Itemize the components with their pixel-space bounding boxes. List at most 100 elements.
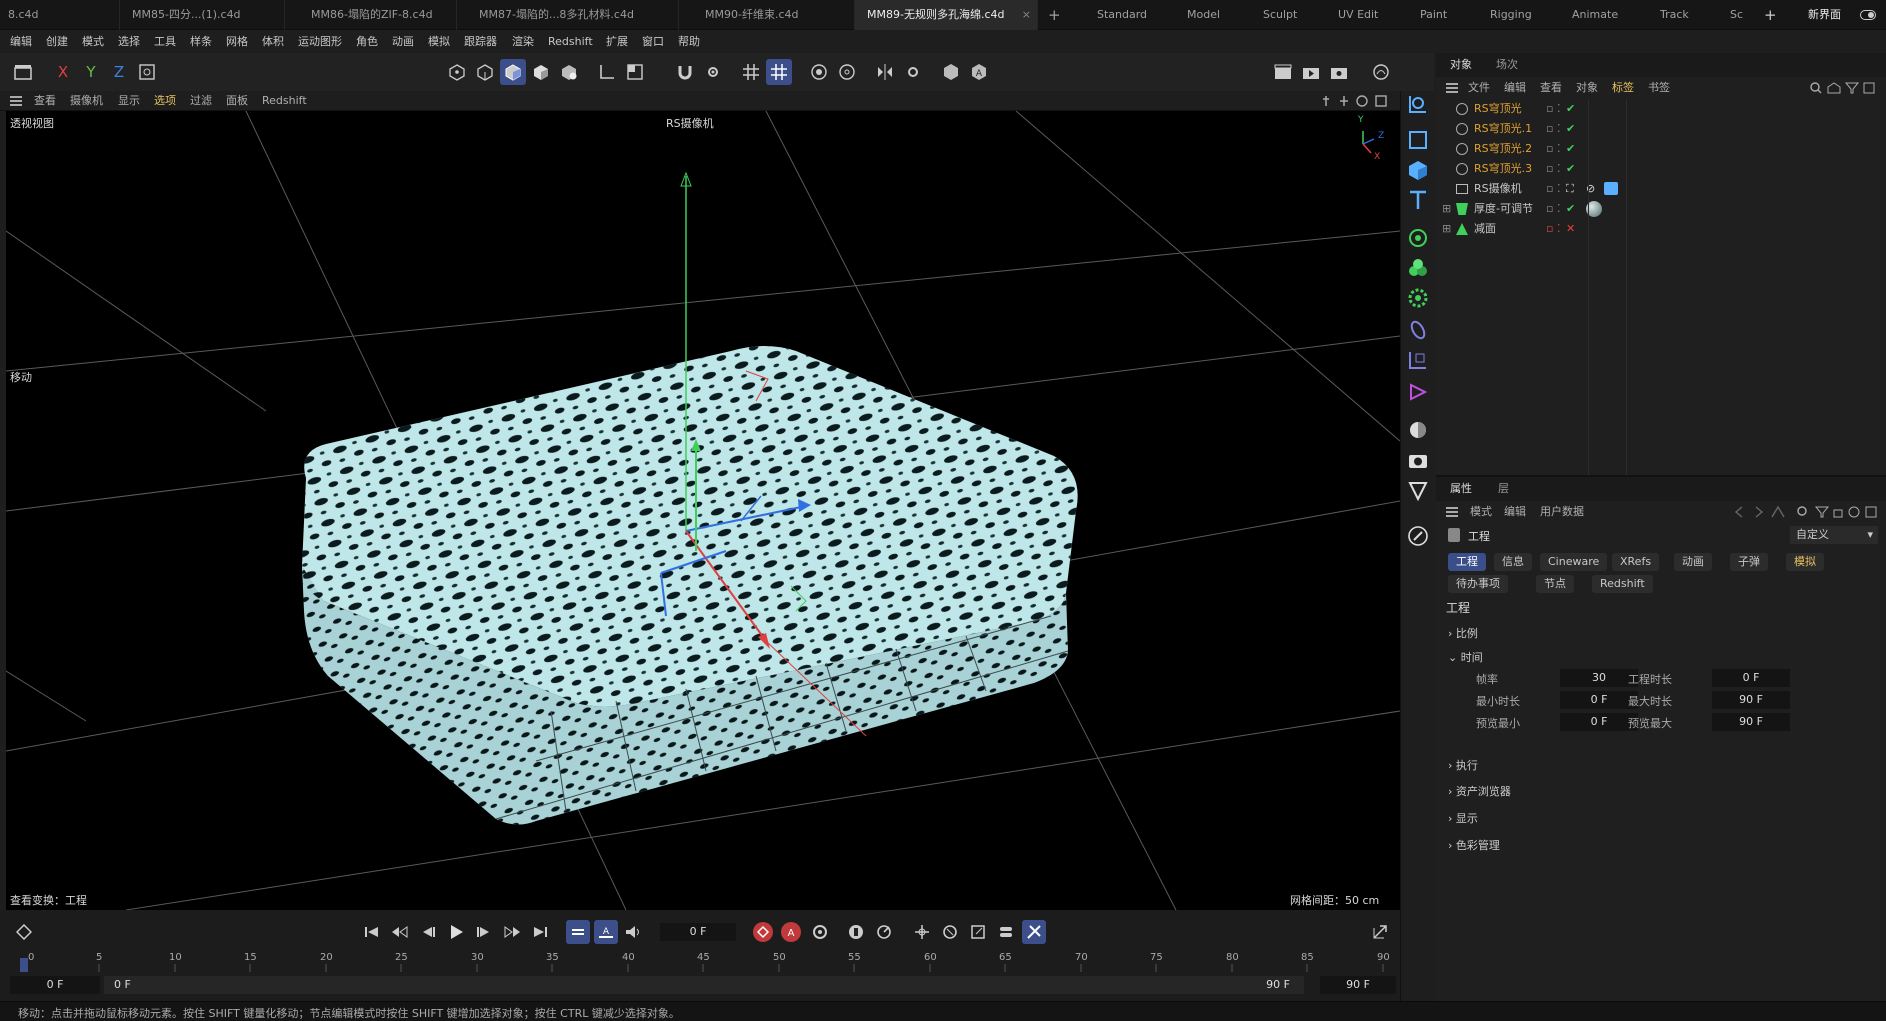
attr-nav-icons[interactable] — [1730, 505, 1880, 519]
layout-track[interactable]: Track — [1660, 0, 1689, 30]
min-time-field[interactable]: 0 F — [1560, 691, 1638, 709]
objmenu-item[interactable]: 书签 — [1648, 78, 1670, 98]
object-row[interactable]: ⊞ 减面 ▫ ⁚ ✕ — [1436, 219, 1886, 239]
coordinate-system-icon[interactable] — [134, 59, 160, 85]
objmenu-item[interactable]: 标签 — [1612, 78, 1634, 98]
layout-rigging[interactable]: Rigging — [1490, 0, 1532, 30]
object-name[interactable]: 厚度-可调节 — [1474, 199, 1533, 219]
visibility-dots-icon[interactable]: ▫ ⁚ — [1546, 179, 1560, 199]
objmenu-item[interactable]: 查看 — [1540, 78, 1562, 98]
expand-icon[interactable]: ⊞ — [1442, 219, 1451, 239]
menu-item[interactable]: 模式 — [82, 31, 104, 53]
menu-item[interactable]: 扩展 — [606, 31, 628, 53]
next-frame-icon[interactable] — [472, 920, 496, 944]
mograph-icon[interactable] — [1405, 379, 1431, 405]
workplane-grid-icon[interactable] — [738, 59, 764, 85]
layout-paint[interactable]: Paint — [1420, 0, 1447, 30]
objmanager-tools[interactable] — [1810, 81, 1880, 95]
pen-edit-icon[interactable] — [1405, 523, 1431, 549]
tab-attributes[interactable]: 属性 — [1450, 477, 1472, 501]
redshift-ipr-icon[interactable] — [1368, 59, 1394, 85]
object-row[interactable]: RS穹顶光 ▫ ⁚ ✔ — [1436, 99, 1886, 119]
viewport-menu-item[interactable]: Redshift — [262, 91, 307, 111]
attr-tab-todo[interactable]: 待办事项 — [1448, 575, 1508, 593]
previous-keyframe-icon[interactable] — [388, 920, 412, 944]
key-selection-icon[interactable] — [844, 920, 868, 944]
menu-item[interactable]: 样条 — [190, 31, 212, 53]
attr-tab-project[interactable]: 工程 — [1448, 553, 1486, 571]
text-tool-icon[interactable] — [1405, 187, 1431, 213]
menu-item[interactable]: 选择 — [118, 31, 140, 53]
object-row[interactable]: RS穹顶光.2 ▫ ⁚ ✔ — [1436, 139, 1886, 159]
section-scale[interactable]: › 比例 — [1448, 625, 1478, 641]
file-tab[interactable]: MM90-纤维束.c4d — [679, 0, 855, 30]
close-tab-icon[interactable]: × — [1022, 0, 1031, 30]
layout-more[interactable]: Sc — [1730, 0, 1743, 30]
sound-icon[interactable] — [622, 920, 646, 944]
rs-camera-tag-icon[interactable] — [1604, 182, 1618, 195]
objmenu-item[interactable]: 编辑 — [1504, 78, 1526, 98]
attr-tab-xrefs[interactable]: XRefs — [1612, 553, 1660, 571]
visibility-dots-icon[interactable]: ▫ ⁚ — [1546, 119, 1560, 139]
scale-key-icon[interactable] — [966, 920, 990, 944]
object-name[interactable]: RS摄像机 — [1474, 179, 1522, 199]
objmenu-item[interactable]: 对象 — [1576, 78, 1598, 98]
tab-objects[interactable]: 对象 — [1450, 53, 1472, 77]
snap-magnet-icon[interactable] — [672, 59, 698, 85]
go-to-end-icon[interactable] — [528, 920, 552, 944]
object-name[interactable]: 减面 — [1474, 219, 1496, 239]
menu-item[interactable]: 工具 — [154, 31, 176, 53]
y-axis-lock-button[interactable]: Y — [78, 59, 104, 85]
loop-icon[interactable] — [566, 920, 590, 944]
parameter-key-icon[interactable] — [994, 920, 1018, 944]
range-start-field[interactable]: 0 F — [10, 976, 100, 994]
points-mode-icon[interactable] — [444, 59, 470, 85]
current-frame-field[interactable]: 0 F — [660, 923, 736, 941]
viewport-menu-item[interactable]: 过滤 — [190, 91, 212, 111]
polygons-mode-icon[interactable] — [500, 59, 526, 85]
layout-sculpt[interactable]: Sculpt — [1263, 0, 1297, 30]
menu-item[interactable]: 运动图形 — [298, 31, 342, 53]
edges-mode-icon[interactable] — [472, 59, 498, 85]
visibility-dots-icon[interactable]: ▫ ⁚ — [1546, 199, 1560, 219]
file-tab[interactable]: 8.c4d — [0, 0, 120, 30]
viewport-menu-item[interactable]: 摄像机 — [70, 91, 103, 111]
viewport-camera-label[interactable]: RS摄像机 — [666, 115, 714, 131]
attrmenu-item[interactable]: 模式 — [1470, 502, 1492, 522]
viewport-menu-item[interactable]: 显示 — [118, 91, 140, 111]
z-axis-lock-button[interactable]: Z — [106, 59, 132, 85]
object-name[interactable]: RS穹顶光.2 — [1474, 139, 1532, 159]
layout-model[interactable]: Model — [1187, 0, 1220, 30]
menu-item[interactable]: 网格 — [226, 31, 248, 53]
enabled-check-icon[interactable]: ✔ — [1566, 199, 1575, 219]
cube-primitive-icon[interactable] — [1405, 127, 1431, 153]
solo-hierarchy-icon[interactable] — [834, 59, 860, 85]
point-level-animation-icon[interactable] — [1022, 920, 1046, 944]
object-name[interactable]: RS穹顶光 — [1474, 99, 1522, 119]
model-mode-icon[interactable] — [528, 59, 554, 85]
play-icon[interactable] — [444, 920, 468, 944]
menu-item[interactable]: Redshift — [548, 31, 593, 53]
section-display[interactable]: › 显示 — [1448, 810, 1478, 826]
render-view-icon[interactable] — [1270, 59, 1296, 85]
visibility-dots-icon[interactable]: ▫ ⁚ — [1546, 99, 1560, 119]
range-end-field[interactable]: 90 F — [1320, 976, 1396, 994]
fps-field[interactable]: 30 — [1560, 669, 1638, 687]
menu-item[interactable]: 动画 — [392, 31, 414, 53]
enabled-check-icon[interactable]: ✔ — [1566, 139, 1575, 159]
file-tab[interactable]: MM85-四分...(1).c4d — [120, 0, 285, 30]
field-icon[interactable] — [1405, 347, 1431, 373]
file-tab[interactable]: MM86-塌陷的ZIF-8.c4d — [285, 0, 457, 30]
polygon-pen-icon[interactable] — [938, 59, 964, 85]
expand-icon[interactable]: ⊞ — [1442, 199, 1451, 219]
preview-max-field[interactable]: 90 F — [1712, 713, 1790, 731]
frame-ruler[interactable]: 0 5 10 15 20 25 30 35 40 45 50 55 60 65 … — [20, 952, 1390, 972]
preset-dropdown[interactable]: 自定义 ▾ — [1790, 526, 1878, 544]
position-key-icon[interactable] — [910, 920, 934, 944]
layout-standard[interactable]: Standard — [1097, 0, 1147, 30]
previous-frame-icon[interactable] — [416, 920, 440, 944]
visibility-dots-icon[interactable]: ▫ ⁚ — [1546, 159, 1560, 179]
section-asset-browser[interactable]: › 资产浏览器 — [1448, 783, 1511, 799]
disabled-cross-icon[interactable]: ✕ — [1566, 219, 1575, 239]
viewport-menu-item[interactable]: 面板 — [226, 91, 248, 111]
